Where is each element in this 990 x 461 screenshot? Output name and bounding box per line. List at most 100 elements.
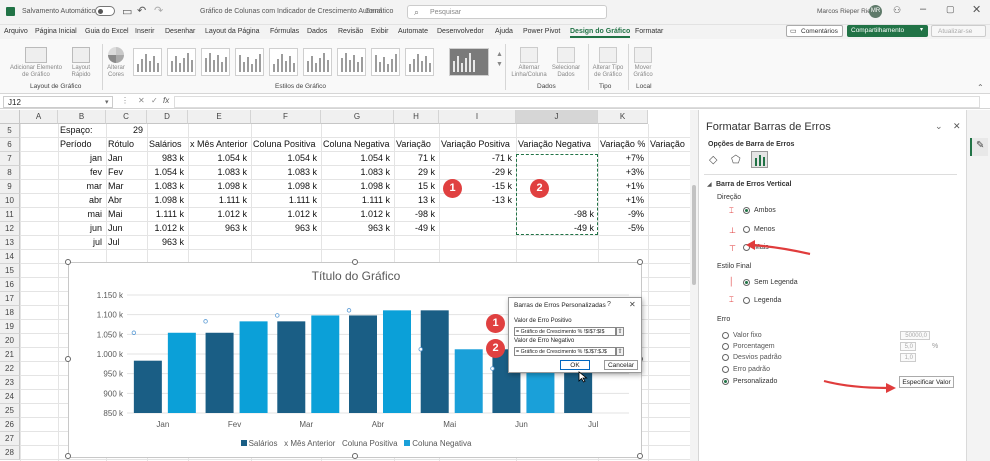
cell[interactable]: 29 [108,124,146,137]
add-chart-element-icon[interactable] [25,47,47,63]
column-header[interactable]: F [251,110,321,124]
cell[interactable]: 1.054 k [190,152,250,165]
tab-revisao[interactable]: Revisão [338,28,363,35]
row-header[interactable]: 14 [0,250,20,264]
column-header[interactable]: B [58,110,106,124]
row-header[interactable]: 10 [0,194,20,208]
radio-stddev[interactable] [722,354,729,361]
tab-automate[interactable]: Automate [398,28,428,35]
cell[interactable]: 1.098 k [149,194,187,207]
move-chart-label[interactable]: Mover Gráfico [630,65,656,79]
tab-arquivo[interactable]: Arquivo [4,28,28,35]
collapse-range-icon[interactable]: ⇧ [616,327,624,336]
ok-button[interactable]: OK [560,360,590,370]
radio-custom[interactable] [722,378,729,385]
close-icon[interactable]: ✕ [972,3,981,16]
tab-pagina-inicial[interactable]: Página Inicial [35,28,77,35]
section-vertical-error-bar[interactable]: Barra de Erros Vertical [716,181,792,188]
cell[interactable]: 1.012 k [149,222,187,235]
dialog-close-icon[interactable]: ✕ [629,300,636,309]
cell[interactable]: Abr [108,194,146,207]
row-header[interactable]: 22 [0,362,20,376]
error-bar-options-tab[interactable]: Opções de Barra de Erros [708,141,794,148]
row-header[interactable]: 17 [0,292,20,306]
bar-salarios[interactable] [277,321,306,413]
resize-handle[interactable] [352,453,358,459]
section-collapse-icon[interactable]: ◢ [707,181,712,188]
radio-minus[interactable] [743,226,750,233]
chart-style-thumbnail[interactable] [235,48,264,76]
select-all-corner[interactable] [0,110,20,124]
cell[interactable]: 1.012 k [190,208,250,221]
radio-fixed[interactable] [722,332,729,339]
row-header[interactable]: 28 [0,446,20,460]
resize-handle[interactable] [65,259,71,265]
row-header[interactable]: 16 [0,278,20,292]
cell[interactable]: 1.098 k [190,180,250,193]
cell[interactable]: -71 k [441,152,515,165]
percent-input[interactable]: 5,0 [900,342,916,351]
positive-error-input[interactable]: = Gráfico de Crescimento % !$I$7:$I$ [514,327,616,336]
cell[interactable]: Variação [396,138,438,151]
point-mes-anterior[interactable] [490,366,495,371]
column-header[interactable]: K [598,110,648,124]
bar-options-icon[interactable] [751,151,768,168]
vertical-scrollbar[interactable] [690,110,698,461]
radio-both-label[interactable]: Ambos [754,207,776,214]
cell[interactable]: jul [60,236,105,249]
cell[interactable]: Jan [108,152,146,165]
select-data-label[interactable]: Selecionar Dados [550,65,582,79]
cell[interactable]: 13 k [396,194,438,207]
resize-handle[interactable] [65,453,71,459]
search-box[interactable]: ⌕ Pesquisar [407,5,607,19]
column-header[interactable]: E [188,110,251,124]
undo-icon[interactable]: ↶ [137,4,146,17]
switch-row-column-label[interactable]: Alternar Linha/Coluna [508,65,550,79]
cell[interactable]: Mai [108,208,146,221]
point-mes-anterior[interactable] [418,347,423,352]
tab-dados[interactable]: Dados [307,28,327,35]
point-mes-anterior[interactable] [275,313,280,318]
resize-handle[interactable] [65,356,71,362]
point-mes-anterior[interactable] [131,330,137,335]
change-colors-icon[interactable] [108,47,124,63]
help-icon[interactable]: ? [607,301,611,308]
cell[interactable]: 29 k [396,166,438,179]
chart-style-thumbnail[interactable] [449,48,489,76]
cell[interactable]: 1.012 k [253,208,320,221]
bar-salarios[interactable] [349,315,377,413]
cell[interactable]: -49 k [396,222,438,235]
cell[interactable]: Coluna Positiva [253,138,320,151]
cell[interactable]: 963 k [190,222,250,235]
cell[interactable]: 71 k [396,152,438,165]
quick-layout-label[interactable]: Layout Rápido [64,65,98,79]
row-header[interactable]: 26 [0,418,20,432]
cell[interactable]: 1.054 k [323,152,393,165]
maximize-icon[interactable]: ▢ [946,4,955,15]
radio-fixed-label[interactable]: Valor fixo [733,332,762,339]
cell[interactable]: -9% [600,208,647,221]
chart-style-thumbnail[interactable] [337,48,366,76]
cell[interactable]: abr [60,194,105,207]
share-button[interactable]: Compartilhamento ▾ [847,25,928,37]
effects-icon[interactable]: ⬠ [731,153,741,166]
quick-layout-icon[interactable] [72,47,90,63]
cell[interactable]: Variação Negativa [518,138,597,151]
column-header[interactable]: I [439,110,516,124]
chart-style-thumbnail[interactable] [133,48,162,76]
cell[interactable]: mai [60,208,105,221]
styles-scroll-down-icon[interactable]: ▼ [496,61,503,68]
chart-style-thumbnail[interactable] [269,48,298,76]
cell[interactable]: +1% [600,180,647,193]
fill-line-icon[interactable]: ◇ [709,153,717,166]
cell[interactable]: 1.083 k [323,166,393,179]
move-chart-icon[interactable] [634,47,652,63]
cell[interactable]: Rótulo [108,138,146,151]
cell[interactable]: x Mês Anterior [190,138,250,151]
cell[interactable]: +1% [600,194,647,207]
radio-percent-label[interactable]: Porcentagem [733,343,775,350]
row-header[interactable]: 6 [0,138,20,152]
cell[interactable]: Variação [650,138,690,151]
row-header[interactable]: 15 [0,264,20,278]
point-mes-anterior[interactable] [203,319,208,324]
